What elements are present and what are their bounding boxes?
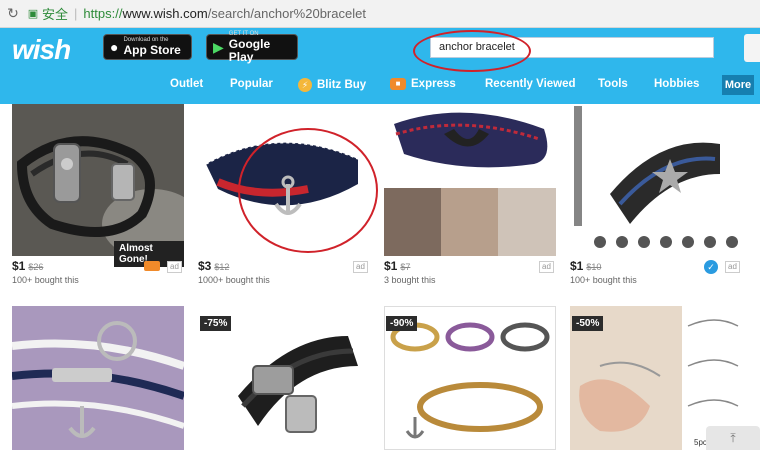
product-card[interactable]: $1 $7 ad 3 bought this bbox=[384, 104, 556, 286]
bracelet-image bbox=[384, 104, 556, 256]
price-value: $1 bbox=[570, 259, 584, 273]
lock-icon: ▣ bbox=[27, 8, 39, 20]
play-icon: ▶ bbox=[213, 38, 224, 55]
url-path: /search/anchor%20bracelet bbox=[207, 6, 366, 21]
ad-label: ad bbox=[725, 261, 740, 273]
secure-label: 安全 bbox=[42, 7, 69, 22]
discount-badge: -75% bbox=[200, 316, 232, 331]
ad-label: ad bbox=[539, 261, 554, 273]
google-play-button[interactable]: ▶ GET IT ON Google Play bbox=[206, 31, 298, 63]
nav-popular[interactable]: Popular bbox=[230, 78, 273, 90]
original-price: $12 bbox=[214, 262, 230, 272]
product-image[interactable] bbox=[384, 104, 556, 256]
reload-icon[interactable]: ↻ bbox=[0, 5, 26, 22]
nav-hobbies[interactable]: Hobbies bbox=[654, 78, 699, 90]
nav-label: Blitz Buy bbox=[317, 79, 367, 91]
truck-icon: ■ bbox=[390, 78, 406, 90]
scroll-to-top-button[interactable]: ⤒ bbox=[706, 426, 760, 450]
ad-label: ad bbox=[353, 261, 368, 273]
bought-count: 100+ bought this bbox=[570, 275, 637, 285]
product-card[interactable]: Almost Gone! $1 $26 ad 100+ bought this bbox=[12, 104, 184, 286]
bracelet-image bbox=[12, 104, 184, 256]
express-truck-icon bbox=[144, 261, 160, 271]
product-price: $1 $10 bbox=[570, 259, 601, 273]
app-store-button[interactable]: ● Download on the App Store bbox=[103, 34, 192, 60]
nav-outlet[interactable]: Outlet bbox=[170, 78, 203, 90]
price-value: $1 bbox=[12, 259, 26, 273]
apple-icon: ● bbox=[110, 39, 119, 55]
verified-check-icon: ✓ bbox=[704, 260, 718, 274]
original-price: $10 bbox=[586, 262, 602, 272]
url-scheme: https:// bbox=[83, 6, 123, 21]
product-card[interactable]: -90% bbox=[384, 306, 556, 450]
nav-recently-viewed[interactable]: Recently Viewed bbox=[485, 78, 576, 90]
product-card[interactable]: -75% bbox=[198, 306, 370, 450]
bought-count: 1000+ bought this bbox=[198, 275, 270, 285]
ad-label: ad bbox=[167, 261, 182, 273]
product-image[interactable] bbox=[198, 104, 370, 256]
nav-tools[interactable]: Tools bbox=[598, 78, 628, 90]
discount-badge: -50% bbox=[572, 316, 604, 331]
product-image[interactable] bbox=[12, 104, 184, 256]
bought-count: 3 bought this bbox=[384, 275, 436, 285]
product-image[interactable] bbox=[12, 306, 184, 450]
site-header: wish ● Download on the App Store ▶ GET I… bbox=[0, 28, 760, 104]
url-host: www.wish.com bbox=[122, 6, 208, 21]
nav-label: Express bbox=[411, 78, 456, 90]
nav-label: Outlet bbox=[170, 78, 204, 90]
separator: | bbox=[74, 6, 78, 21]
nav-blitz-buy[interactable]: ⚡ Blitz Buy bbox=[298, 78, 366, 92]
lightning-icon: ⚡ bbox=[298, 78, 312, 92]
nav-label: Tools bbox=[598, 78, 628, 90]
product-card[interactable] bbox=[12, 306, 184, 450]
nav-label: Hobbies bbox=[654, 78, 700, 90]
price-value: $1 bbox=[384, 259, 398, 273]
product-card[interactable]: $1 $10 ✓ ad 100+ bought this bbox=[570, 104, 742, 286]
product-price: $1 $26 bbox=[12, 259, 43, 273]
search-input[interactable]: anchor bracelet bbox=[430, 37, 714, 58]
product-price: $3 $12 bbox=[198, 259, 229, 273]
google-play-big: Google Play bbox=[228, 36, 271, 64]
bracelet-image bbox=[570, 104, 742, 256]
product-image[interactable] bbox=[570, 104, 742, 256]
price-value: $3 bbox=[198, 259, 212, 273]
nav-label: Recently Viewed bbox=[485, 78, 576, 90]
discount-badge: -90% bbox=[386, 316, 418, 331]
category-nav: Outlet Popular ⚡ Blitz Buy ■ Express Recen… bbox=[0, 72, 760, 100]
nav-more-button[interactable]: More bbox=[722, 75, 754, 95]
header-right-tab[interactable] bbox=[744, 34, 760, 62]
original-price: $26 bbox=[28, 262, 44, 272]
wish-logo[interactable]: wish bbox=[12, 34, 82, 65]
product-price: $1 $7 bbox=[384, 259, 410, 273]
app-store-big: App Store bbox=[123, 43, 181, 57]
product-card[interactable]: $3 $12 ad 1000+ bought this bbox=[198, 104, 378, 286]
nav-label: Popular bbox=[230, 78, 273, 90]
bracelet-image bbox=[12, 306, 184, 450]
address-bar[interactable]: ↻ ▣ 安全 | https:// www.wish.com /search/a… bbox=[0, 0, 760, 28]
bracelet-image bbox=[198, 104, 370, 256]
original-price: $7 bbox=[400, 262, 411, 272]
nav-express[interactable]: ■ Express bbox=[390, 78, 456, 90]
bought-count: 100+ bought this bbox=[12, 275, 79, 285]
